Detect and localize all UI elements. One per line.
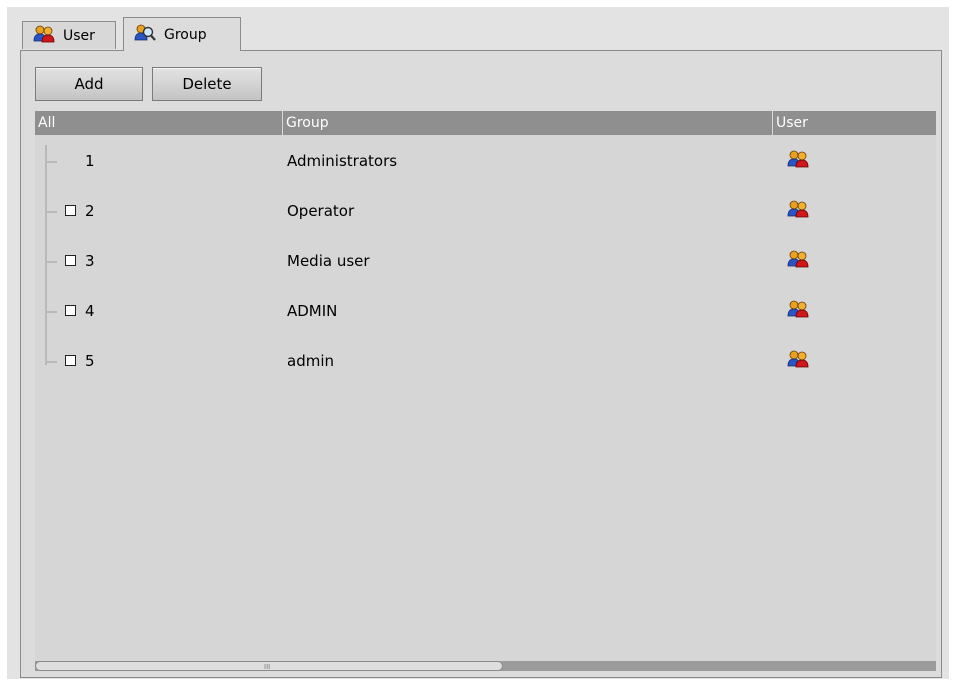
delete-button[interactable]: Delete: [152, 67, 262, 101]
tab-group-label: Group: [164, 26, 207, 43]
row-checkbox[interactable]: [65, 255, 76, 266]
table-row[interactable]: 1 Administrators: [35, 137, 936, 187]
column-header-group[interactable]: Group: [283, 111, 773, 135]
row-number: 5: [85, 352, 95, 370]
row-number: 1: [85, 152, 95, 170]
tab-user-label: User: [63, 27, 95, 44]
scroll-grip: III: [264, 663, 271, 671]
row-number: 2: [85, 202, 95, 220]
table-row[interactable]: 4 ADMIN: [35, 287, 936, 337]
tree-branch: [47, 211, 57, 213]
tree-branch: [47, 361, 57, 363]
users-icon: [33, 25, 55, 47]
group-table: All Group User 1 Administrators 2 Operat…: [35, 111, 936, 669]
table-row[interactable]: 5 admin: [35, 337, 936, 387]
group-search-icon: [134, 23, 156, 47]
tab-group[interactable]: Group: [123, 17, 241, 51]
row-checkbox[interactable]: [65, 355, 76, 366]
group-name: Media user: [287, 252, 370, 270]
table-header: All Group User: [35, 111, 936, 135]
group-name: ADMIN: [287, 302, 338, 320]
group-users-icon[interactable]: [787, 200, 809, 222]
scrollbar-thumb[interactable]: III: [35, 661, 503, 671]
table-row[interactable]: 2 Operator: [35, 187, 936, 237]
group-name: Administrators: [287, 152, 398, 170]
group-users-icon[interactable]: [787, 150, 809, 172]
group-users-icon[interactable]: [787, 300, 809, 322]
row-number: 4: [85, 302, 95, 320]
horizontal-scrollbar[interactable]: III: [35, 661, 936, 671]
group-panel: Add Delete All Group User 1 Administrato…: [20, 50, 942, 678]
row-number: 3: [85, 252, 95, 270]
row-checkbox[interactable]: [65, 205, 76, 216]
tab-user[interactable]: User: [22, 21, 116, 49]
group-name: Operator: [287, 202, 355, 220]
group-users-icon[interactable]: [787, 350, 809, 372]
row-checkbox[interactable]: [65, 305, 76, 316]
table-row[interactable]: 3 Media user: [35, 237, 936, 287]
tree-branch: [47, 161, 57, 163]
add-button[interactable]: Add: [35, 67, 143, 101]
group-users-icon[interactable]: [787, 250, 809, 272]
group-name: admin: [287, 352, 334, 370]
tree-branch: [47, 311, 57, 313]
tree-branch: [47, 261, 57, 263]
column-header-all[interactable]: All: [35, 111, 283, 135]
column-header-user[interactable]: User: [773, 111, 936, 135]
user-management-window: User Group Add Delete All Group User 1 A…: [7, 7, 949, 679]
